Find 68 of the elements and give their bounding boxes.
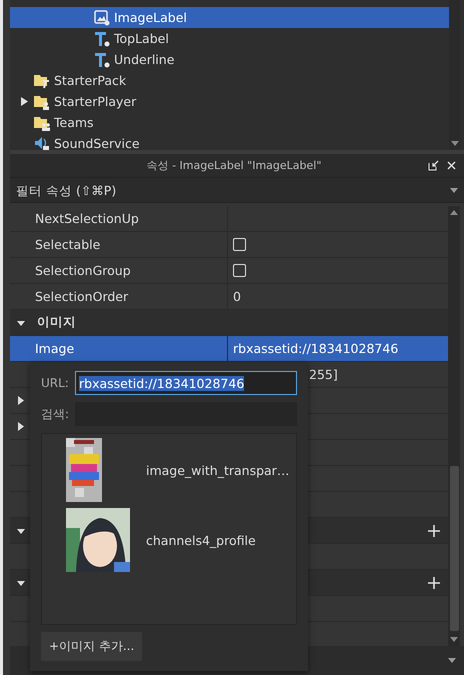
tree-item[interactable]: StarterPack (10, 70, 449, 91)
property-name: Selectable (35, 237, 100, 252)
dropdown-arrow-icon[interactable] (448, 658, 456, 663)
filter-input[interactable]: 필터 속성 (⇧⌘P) (16, 182, 450, 198)
expand-arrow-icon[interactable] (20, 97, 28, 106)
tree-item[interactable]: StarterPlayer (10, 91, 449, 112)
tree-item[interactable]: TopLabel (10, 28, 449, 49)
folder-icon (34, 94, 50, 110)
property-row[interactable]: SelectionGroup (10, 258, 448, 284)
scroll-up-icon[interactable] (450, 210, 458, 215)
property-row[interactable]: SelectionOrder 0 (10, 284, 448, 310)
property-row[interactable]: Selectable (10, 232, 448, 258)
checkbox[interactable] (233, 264, 246, 277)
property-row[interactable]: NextSelectionUp (10, 206, 448, 232)
scrollbar-thumb[interactable] (450, 466, 458, 631)
url-label: URL: (41, 376, 70, 390)
url-field[interactable]: rbxassetid://18341028746 (75, 371, 297, 395)
image-list-item[interactable]: channels4_profile (66, 508, 296, 572)
property-name: Image (35, 341, 74, 356)
image-name: channels4_profile (146, 532, 256, 548)
checkbox[interactable] (233, 238, 246, 251)
panel-title: 속성 - ImageLabel "ImageLabel" (146, 158, 322, 173)
image-name: image_with_transpar… (146, 462, 290, 478)
property-value: rbxassetid://18341028746 (233, 341, 398, 356)
property-name: SelectionGroup (35, 263, 131, 278)
tree-item-label: TopLabel (114, 31, 169, 46)
collapse-arrow-icon[interactable] (17, 578, 25, 586)
scrollbar[interactable] (448, 206, 460, 646)
property-value: 0 (233, 289, 241, 304)
tree-item[interactable]: Teams (10, 112, 449, 133)
tree-item-label: SoundService (54, 136, 140, 150)
tree-item[interactable]: SoundService (10, 133, 449, 150)
tree-item-label: Underline (114, 52, 174, 67)
property-value: 255] (309, 367, 338, 382)
expand-arrow-icon[interactable] (17, 396, 25, 405)
property-row[interactable]: Image rbxassetid://18341028746 (10, 336, 448, 362)
tree-item-label: StarterPlayer (54, 94, 136, 109)
collapse-arrow-icon[interactable] (17, 318, 25, 326)
expand-arrow-icon[interactable] (17, 422, 25, 431)
scroll-down-icon[interactable] (450, 141, 458, 146)
dropdown-arrow-icon[interactable] (450, 188, 458, 192)
collapse-arrow-icon[interactable] (17, 526, 25, 534)
add-icon[interactable] (428, 576, 440, 588)
property-name: NextSelectionUp (35, 211, 139, 226)
url-value: rbxassetid://18341028746 (79, 376, 244, 390)
tree-item[interactable]: ImageLabel (10, 7, 449, 28)
tree-item[interactable]: Underline (10, 49, 449, 70)
tree-item-label: ImageLabel (114, 10, 187, 25)
folder-icon (34, 114, 50, 130)
tree-item-label: StarterPack (54, 73, 126, 88)
image-icon (94, 10, 110, 26)
undock-icon[interactable] (428, 160, 439, 171)
close-icon[interactable] (447, 161, 456, 170)
category-row[interactable]: 이미지 (10, 310, 448, 336)
add-image-button[interactable]: +이미지 추가... (41, 632, 142, 661)
image-list-item[interactable]: image_with_transpar… (66, 438, 296, 502)
text-icon (94, 52, 110, 68)
category-label: 이미지 (37, 314, 76, 331)
add-icon[interactable] (428, 524, 440, 536)
property-name: SelectionOrder (35, 289, 128, 304)
text-icon (94, 30, 110, 46)
speaker-icon (34, 136, 50, 150)
search-label: 검색: (41, 406, 70, 422)
folder-icon (34, 72, 50, 88)
tree-item-label: Teams (54, 115, 94, 130)
filter-field[interactable]: 필터 속성 (⇧⌘P) (10, 177, 464, 203)
scrollbar[interactable] (449, 0, 460, 150)
scroll-down-icon[interactable] (450, 637, 458, 642)
